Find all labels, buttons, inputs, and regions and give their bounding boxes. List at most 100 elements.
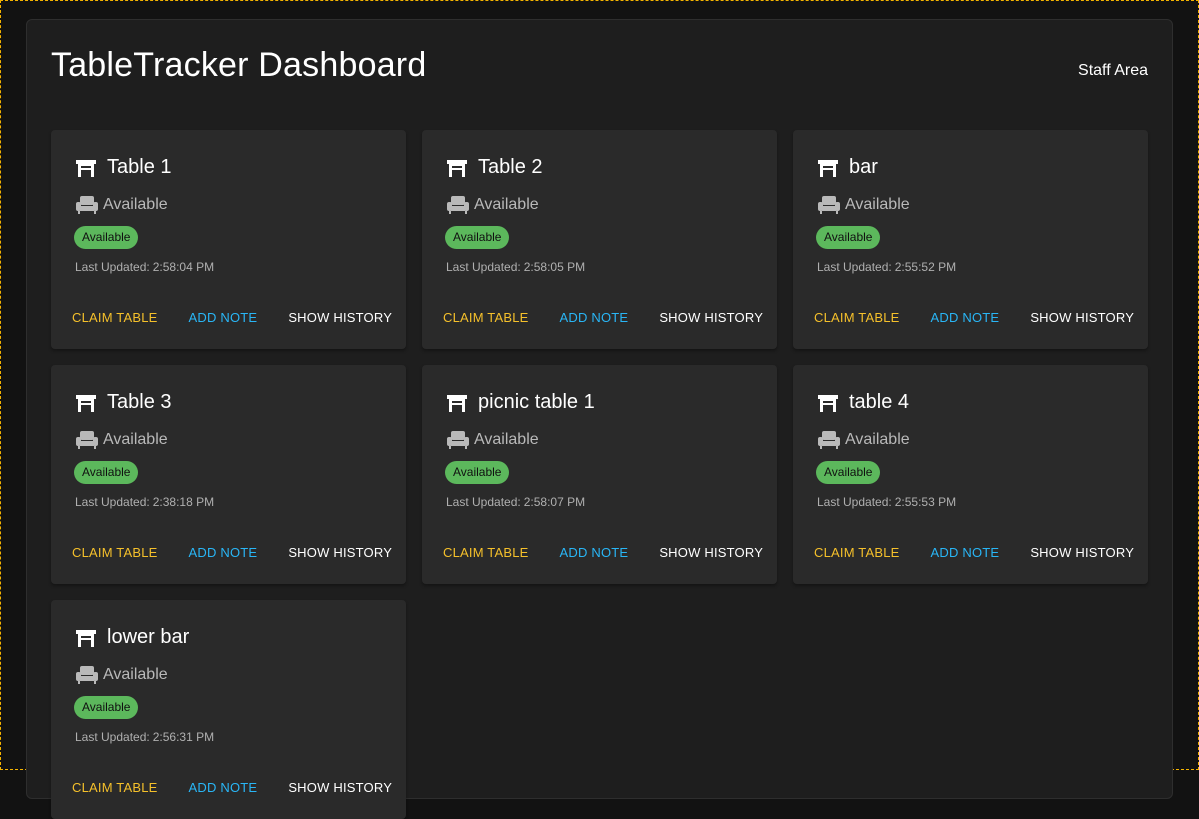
- status-line: Available: [446, 430, 539, 450]
- table-name: Table 3: [107, 391, 172, 413]
- table-restaurant-icon: [817, 393, 839, 413]
- status-line: Available: [75, 665, 168, 685]
- table-card: Table 1 Available Available Last Updated…: [51, 130, 406, 349]
- armchair-icon: [75, 430, 99, 450]
- show-history-button[interactable]: SHOW HISTORY: [651, 305, 771, 330]
- table-card: table 4 Available Available Last Updated…: [793, 365, 1148, 584]
- show-history-button[interactable]: SHOW HISTORY: [280, 305, 400, 330]
- table-restaurant-icon: [75, 628, 97, 648]
- tables-grid: Table 1 Available Available Last Updated…: [51, 130, 1149, 819]
- claim-table-button[interactable]: CLAIM TABLE: [806, 540, 908, 565]
- last-updated-label: Last Updated:: [75, 495, 150, 509]
- last-updated-time: 2:58:04 PM: [152, 260, 215, 274]
- table-name: table 4: [849, 391, 910, 413]
- card-header: Table 1: [75, 156, 172, 179]
- add-note-button[interactable]: ADD NOTE: [181, 305, 266, 330]
- card-actions: CLAIM TABLE ADD NOTE SHOW HISTORY: [435, 305, 771, 330]
- card-actions: CLAIM TABLE ADD NOTE SHOW HISTORY: [64, 775, 400, 800]
- add-note-button[interactable]: ADD NOTE: [181, 775, 266, 800]
- last-updated: Last Updated: 2:55:52 PM: [817, 260, 956, 274]
- last-updated-time: 2:56:31 PM: [152, 730, 215, 744]
- card-header: Table 2: [446, 156, 543, 179]
- show-history-button[interactable]: SHOW HISTORY: [280, 540, 400, 565]
- last-updated-time: 2:38:18 PM: [152, 495, 215, 509]
- status-text: Available: [103, 666, 168, 683]
- armchair-icon: [817, 430, 841, 450]
- last-updated: Last Updated: 2:38:18 PM: [75, 495, 214, 509]
- status-badge: Available: [74, 696, 139, 719]
- show-history-button[interactable]: SHOW HISTORY: [651, 540, 771, 565]
- last-updated: Last Updated: 2:58:07 PM: [446, 495, 585, 509]
- table-restaurant-icon: [75, 393, 97, 413]
- armchair-icon: [75, 195, 99, 215]
- last-updated-label: Last Updated:: [75, 730, 150, 744]
- status-line: Available: [75, 195, 168, 215]
- status-line: Available: [817, 195, 910, 215]
- armchair-icon: [446, 195, 470, 215]
- claim-table-button[interactable]: CLAIM TABLE: [435, 540, 537, 565]
- status-text: Available: [474, 196, 539, 213]
- table-card: picnic table 1 Available Available Last …: [422, 365, 777, 584]
- show-history-button[interactable]: SHOW HISTORY: [280, 775, 400, 800]
- status-badge: Available: [74, 461, 139, 484]
- table-card: bar Available Available Last Updated: 2:5…: [793, 130, 1148, 349]
- table-card: Table 2 Available Available Last Updated…: [422, 130, 777, 349]
- last-updated: Last Updated: 2:58:05 PM: [446, 260, 585, 274]
- last-updated: Last Updated: 2:55:53 PM: [817, 495, 956, 509]
- add-note-button[interactable]: ADD NOTE: [181, 540, 266, 565]
- status-text: Available: [474, 431, 539, 448]
- card-actions: CLAIM TABLE ADD NOTE SHOW HISTORY: [806, 305, 1142, 330]
- armchair-icon: [75, 665, 99, 685]
- status-text: Available: [103, 431, 168, 448]
- status-badge: Available: [445, 461, 510, 484]
- card-actions: CLAIM TABLE ADD NOTE SHOW HISTORY: [435, 540, 771, 565]
- last-updated-time: 2:58:05 PM: [523, 260, 586, 274]
- status-text: Available: [103, 196, 168, 213]
- claim-table-button[interactable]: CLAIM TABLE: [64, 305, 166, 330]
- card-header: Table 3: [75, 391, 172, 414]
- table-name: picnic table 1: [478, 391, 595, 413]
- armchair-icon: [817, 195, 841, 215]
- table-name: bar: [849, 156, 878, 178]
- page-title: TableTracker Dashboard: [51, 46, 427, 84]
- add-note-button[interactable]: ADD NOTE: [552, 540, 637, 565]
- claim-table-button[interactable]: CLAIM TABLE: [806, 305, 908, 330]
- claim-table-button[interactable]: CLAIM TABLE: [435, 305, 537, 330]
- last-updated-time: 2:55:53 PM: [894, 495, 957, 509]
- last-updated-label: Last Updated:: [446, 495, 521, 509]
- add-note-button[interactable]: ADD NOTE: [923, 305, 1008, 330]
- staff-area-label: Staff Area: [1078, 62, 1148, 79]
- claim-table-button[interactable]: CLAIM TABLE: [64, 775, 166, 800]
- last-updated: Last Updated: 2:58:04 PM: [75, 260, 214, 274]
- card-actions: CLAIM TABLE ADD NOTE SHOW HISTORY: [64, 540, 400, 565]
- status-text: Available: [845, 196, 910, 213]
- last-updated: Last Updated: 2:56:31 PM: [75, 730, 214, 744]
- show-history-button[interactable]: SHOW HISTORY: [1022, 305, 1142, 330]
- table-restaurant-icon: [817, 158, 839, 178]
- last-updated-label: Last Updated:: [75, 260, 150, 274]
- add-note-button[interactable]: ADD NOTE: [552, 305, 637, 330]
- status-line: Available: [817, 430, 910, 450]
- show-history-button[interactable]: SHOW HISTORY: [1022, 540, 1142, 565]
- table-name: lower bar: [107, 626, 190, 648]
- table-restaurant-icon: [446, 393, 468, 413]
- dashboard-panel: TableTracker Dashboard Staff Area Table …: [26, 19, 1173, 819]
- add-note-button[interactable]: ADD NOTE: [923, 540, 1008, 565]
- last-updated-label: Last Updated:: [817, 260, 892, 274]
- status-badge: Available: [445, 226, 510, 249]
- status-line: Available: [446, 195, 539, 215]
- table-name: Table 2: [478, 156, 543, 178]
- table-restaurant-icon: [446, 158, 468, 178]
- last-updated-time: 2:58:07 PM: [523, 495, 586, 509]
- table-name: Table 1: [107, 156, 172, 178]
- status-badge: Available: [74, 226, 139, 249]
- table-restaurant-icon: [75, 158, 97, 178]
- status-badge: Available: [816, 461, 881, 484]
- armchair-icon: [446, 430, 470, 450]
- status-text: Available: [845, 431, 910, 448]
- card-actions: CLAIM TABLE ADD NOTE SHOW HISTORY: [64, 305, 400, 330]
- claim-table-button[interactable]: CLAIM TABLE: [64, 540, 166, 565]
- last-updated-label: Last Updated:: [817, 495, 892, 509]
- card-header: lower bar: [75, 626, 189, 649]
- last-updated-label: Last Updated:: [446, 260, 521, 274]
